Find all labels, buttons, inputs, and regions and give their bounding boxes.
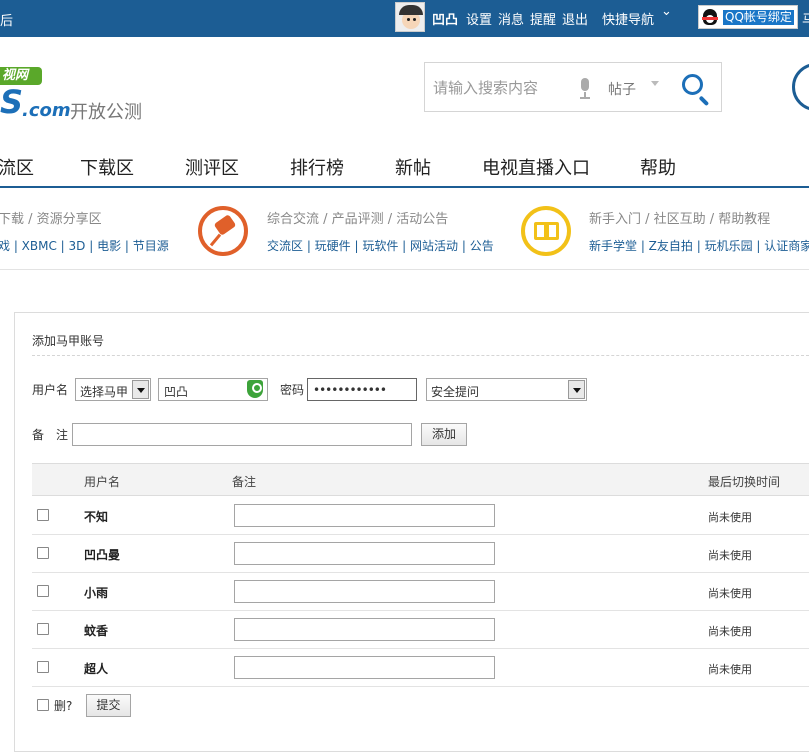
row-username: 蚊香 bbox=[84, 624, 109, 638]
nav-item-download[interactable]: 下载区 bbox=[80, 154, 134, 180]
shield-icon bbox=[247, 380, 263, 398]
row-username: 不知 bbox=[84, 510, 109, 524]
category-exchange-title[interactable]: 综合交流 / 产品评测 / 活动公告 bbox=[267, 208, 448, 227]
search-input[interactable] bbox=[433, 77, 568, 99]
top-right-truncated[interactable]: 马 bbox=[802, 9, 809, 28]
table-row: 超人 尚未使用 bbox=[32, 649, 809, 687]
nav-item-help[interactable]: 帮助 bbox=[640, 154, 676, 180]
pushpin-icon[interactable] bbox=[198, 206, 248, 256]
nav-item-exchange[interactable]: 流区 bbox=[0, 154, 34, 180]
caret-down-icon[interactable] bbox=[568, 380, 585, 399]
category-help-title[interactable]: 新手入门 / 社区互助 / 帮助教程 bbox=[589, 208, 770, 227]
row-last-switch: 尚未使用 bbox=[708, 511, 752, 524]
row-last-switch: 尚未使用 bbox=[708, 625, 752, 638]
col-note: 备注 bbox=[232, 475, 257, 489]
note-input[interactable] bbox=[72, 423, 412, 446]
user-avatar[interactable] bbox=[395, 2, 425, 32]
main-nav: 流区 下载区 测评区 排行榜 新帖 电视直播入口 帮助 bbox=[0, 140, 809, 188]
beta-label: 开放公测 bbox=[70, 102, 142, 123]
user-name-link[interactable]: 凹凸 bbox=[432, 9, 458, 28]
qq-bind-label: QQ帐号绑定 bbox=[723, 10, 794, 25]
row-last-switch: 尚未使用 bbox=[708, 663, 752, 676]
quick-nav-link[interactable]: 快捷导航 bbox=[602, 9, 654, 28]
row-username: 小雨 bbox=[84, 586, 109, 600]
col-username: 用户名 bbox=[84, 475, 121, 489]
table-row: 小雨 尚未使用 bbox=[32, 573, 809, 611]
row-note-input[interactable] bbox=[234, 504, 495, 527]
table-row: 蚊香 尚未使用 bbox=[32, 611, 809, 649]
logout-link[interactable]: 退出 bbox=[562, 9, 588, 28]
panel-title: 添加马甲账号 bbox=[32, 334, 105, 348]
table-header: 用户名 备注 最后切换时间 bbox=[32, 463, 809, 496]
row-checkbox[interactable] bbox=[37, 585, 49, 597]
row-username: 凹凸曼 bbox=[84, 548, 121, 562]
security-question-select[interactable]: 安全提问 bbox=[426, 378, 587, 401]
table-row: 不知 尚未使用 bbox=[32, 497, 809, 535]
qq-bind-button[interactable]: QQ帐号绑定 bbox=[698, 5, 798, 29]
majia-select-value: 选择马甲 bbox=[80, 385, 129, 399]
delete-label: 删? bbox=[54, 699, 73, 713]
table-row: 凹凸曼 尚未使用 bbox=[32, 535, 809, 573]
row-checkbox[interactable] bbox=[37, 547, 49, 559]
logo-com[interactable]: .com bbox=[22, 100, 71, 121]
majia-select[interactable]: 选择马甲 bbox=[75, 378, 151, 401]
category-help-links[interactable]: 新手学堂 | Z友自拍 | 玩机乐园 | 认证商家 bbox=[589, 237, 809, 254]
category-download-title[interactable]: 下载 / 资源分享区 bbox=[0, 208, 102, 227]
chevron-down-icon[interactable]: ⌄ bbox=[661, 4, 672, 19]
security-question-value: 安全提问 bbox=[431, 385, 480, 399]
password-input[interactable]: •••••••••••• bbox=[307, 378, 417, 401]
search-scope-select[interactable]: 帖子 bbox=[608, 79, 636, 99]
row-last-switch: 尚未使用 bbox=[708, 549, 752, 562]
row-checkbox[interactable] bbox=[37, 661, 49, 673]
password-value: •••••••••••• bbox=[313, 383, 387, 397]
delete-checkbox[interactable] bbox=[37, 699, 49, 711]
row-note-input[interactable] bbox=[234, 656, 495, 679]
category-exchange-links[interactable]: 交流区 | 玩硬件 | 玩软件 | 网站活动 | 公告 bbox=[267, 237, 494, 254]
row-note-input[interactable] bbox=[234, 580, 495, 603]
submit-button[interactable]: 提交 bbox=[86, 694, 131, 717]
search-icon[interactable] bbox=[681, 73, 713, 107]
note-label: 备 注 bbox=[32, 428, 69, 442]
top-left-text: 后 bbox=[0, 14, 14, 29]
nav-item-new-posts[interactable]: 新帖 bbox=[395, 154, 431, 180]
category-download-links[interactable]: 戏 | XBMC | 3D | 电影 | 节目源 bbox=[0, 237, 169, 254]
settings-link[interactable]: 设置 bbox=[466, 9, 492, 28]
microphone-icon[interactable] bbox=[577, 78, 593, 100]
nav-item-ranking[interactable]: 排行榜 bbox=[290, 154, 344, 180]
reminders-link[interactable]: 提醒 bbox=[530, 9, 556, 28]
password-label: 密码 bbox=[280, 383, 305, 397]
username-label: 用户名 bbox=[32, 383, 69, 397]
row-last-switch: 尚未使用 bbox=[708, 587, 752, 600]
col-last-switch: 最后切换时间 bbox=[708, 475, 781, 489]
top-bar: 后 凹凸 设置 消息 提醒 退出 快捷导航 ⌄ QQ帐号绑定 马 bbox=[0, 0, 809, 37]
messages-link[interactable]: 消息 bbox=[498, 9, 524, 28]
partial-circle-icon[interactable] bbox=[792, 63, 809, 111]
row-note-input[interactable] bbox=[234, 542, 495, 565]
nav-item-tv-live[interactable]: 电视直播入口 bbox=[482, 154, 590, 180]
logo-s[interactable]: S bbox=[0, 86, 23, 118]
username-value: 凹凸 bbox=[164, 385, 189, 399]
caret-down-icon[interactable] bbox=[651, 81, 659, 86]
row-checkbox[interactable] bbox=[37, 623, 49, 635]
category-strip: 下载 / 资源分享区 戏 | XBMC | 3D | 电影 | 节目源 综合交流… bbox=[0, 190, 809, 270]
search-box: 帖子 bbox=[424, 62, 722, 112]
book-icon[interactable] bbox=[521, 206, 571, 256]
row-note-input[interactable] bbox=[234, 618, 495, 641]
panel-divider bbox=[32, 355, 809, 356]
row-username: 超人 bbox=[84, 662, 109, 676]
row-checkbox[interactable] bbox=[37, 509, 49, 521]
caret-down-icon[interactable] bbox=[132, 380, 149, 399]
add-button[interactable]: 添加 bbox=[421, 423, 467, 446]
nav-item-review[interactable]: 测评区 bbox=[185, 154, 239, 180]
